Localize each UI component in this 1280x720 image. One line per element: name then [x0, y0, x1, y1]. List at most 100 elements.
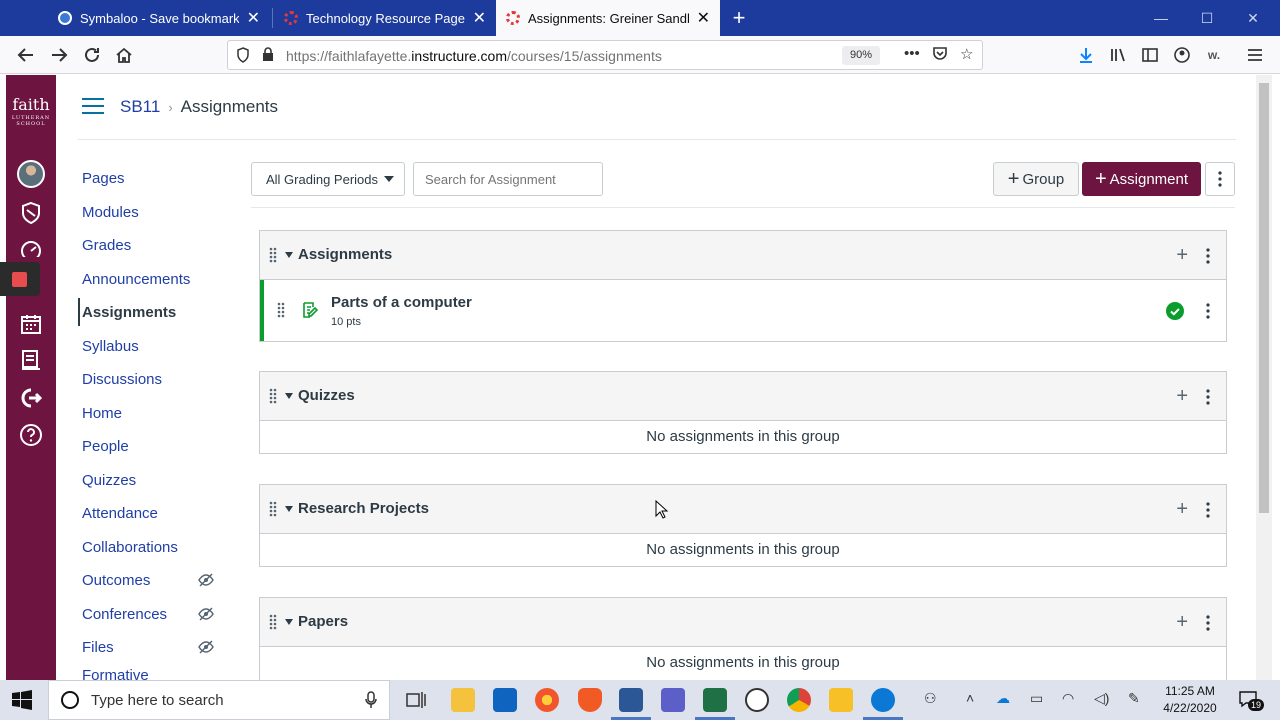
course-nav-grades[interactable]: Grades: [78, 231, 228, 259]
browser-tab-assignments[interactable]: Assignments: Greiner Sandbox ✕: [496, 0, 720, 36]
course-nav-outcomes[interactable]: Outcomes: [78, 566, 228, 594]
maximize-icon[interactable]: ☐: [1184, 0, 1230, 36]
course-nav-collaborations[interactable]: Collaborations: [78, 533, 228, 561]
onedrive-icon[interactable]: ☁: [996, 690, 1010, 707]
commons-nav[interactable]: [6, 381, 56, 415]
add-assignment-to-group-icon[interactable]: +: [1176, 245, 1188, 265]
back-arrow-icon[interactable]: [12, 41, 40, 69]
settings-menu-button[interactable]: [1205, 162, 1235, 196]
lock-icon[interactable]: [262, 47, 274, 65]
taskbar-search-box[interactable]: Type here to search: [48, 680, 390, 720]
search-assignment-input[interactable]: [413, 162, 603, 196]
close-icon[interactable]: ✕: [473, 8, 486, 28]
collapse-caret-icon[interactable]: [285, 506, 293, 512]
dashboard-nav[interactable]: [6, 237, 56, 257]
add-group-button[interactable]: + Group: [993, 162, 1079, 196]
kebab-icon[interactable]: [1206, 248, 1210, 264]
word-icon[interactable]: [611, 688, 651, 720]
outlook-icon[interactable]: [493, 688, 517, 712]
group-header[interactable]: Papers +: [260, 598, 1226, 647]
download-icon[interactable]: [1072, 41, 1100, 69]
course-nav-files[interactable]: Files: [78, 633, 228, 661]
scrollbar-thumb[interactable]: [1259, 83, 1269, 513]
help-nav[interactable]: [6, 418, 56, 452]
volume-icon[interactable]: ◁): [1094, 690, 1109, 707]
course-nav-discussions[interactable]: Discussions: [78, 365, 228, 393]
course-nav-modules[interactable]: Modules: [78, 198, 228, 226]
admin-nav[interactable]: [6, 196, 56, 230]
course-nav-syllabus[interactable]: Syllabus: [78, 332, 228, 360]
course-nav-assignments[interactable]: Assignments: [78, 298, 228, 326]
more-actions-icon[interactable]: •••: [904, 45, 920, 62]
chrome-icon[interactable]: [787, 688, 811, 712]
zoom-level[interactable]: 90%: [842, 46, 880, 65]
add-assignment-to-group-icon[interactable]: +: [1176, 499, 1188, 519]
add-assignment-button[interactable]: + Assignment: [1082, 162, 1201, 196]
grading-period-select[interactable]: All Grading Periods: [251, 162, 405, 196]
add-assignment-to-group-icon[interactable]: +: [1176, 386, 1188, 406]
group-header[interactable]: Quizzes +: [260, 372, 1226, 421]
group-header[interactable]: Research Projects +: [260, 485, 1226, 534]
menu-icon[interactable]: [1241, 41, 1269, 69]
kebab-icon[interactable]: [1206, 502, 1210, 518]
chevron-up-icon[interactable]: ˄: [966, 690, 974, 706]
pen-icon[interactable]: ✎: [1128, 690, 1140, 707]
collapse-caret-icon[interactable]: [285, 393, 293, 399]
page-scrollbar[interactable]: [1256, 75, 1272, 680]
task-view-icon[interactable]: [404, 688, 428, 712]
pocket-icon[interactable]: [932, 45, 948, 65]
app-icon[interactable]: [745, 688, 769, 712]
breadcrumb-course-link[interactable]: SB11: [120, 97, 160, 117]
collapse-caret-icon[interactable]: [285, 619, 293, 625]
edge-icon[interactable]: [863, 688, 903, 720]
window-close-icon[interactable]: ✕: [1230, 0, 1276, 36]
collapse-caret-icon[interactable]: [285, 252, 293, 258]
inbox-nav[interactable]: [6, 343, 56, 377]
drag-handle-icon[interactable]: [269, 501, 277, 517]
group-header[interactable]: Assignments +: [260, 231, 1226, 280]
windows-start-icon[interactable]: [12, 690, 32, 710]
forward-arrow-icon[interactable]: [45, 41, 73, 69]
record-button[interactable]: [0, 262, 40, 296]
account-icon[interactable]: [1168, 41, 1196, 69]
published-check-icon[interactable]: [1166, 302, 1184, 320]
system-clock[interactable]: 11:25 AM 4/22/2020: [1158, 683, 1222, 717]
extension-icon[interactable]: w.: [1200, 41, 1228, 69]
brave-icon[interactable]: [578, 688, 602, 712]
course-nav-quizzes[interactable]: Quizzes: [78, 466, 228, 494]
wifi-icon[interactable]: ◠: [1062, 690, 1074, 707]
assignment-title-link[interactable]: Parts of a computer: [331, 294, 472, 311]
microphone-icon[interactable]: [365, 691, 377, 712]
course-nav-people[interactable]: People: [78, 432, 228, 460]
browser-tab-technology[interactable]: Technology Resource Page for ✕: [274, 0, 496, 36]
close-icon[interactable]: ✕: [247, 8, 260, 28]
shield-icon[interactable]: [236, 47, 250, 66]
drag-handle-icon[interactable]: [269, 614, 277, 630]
minimize-icon[interactable]: —: [1138, 0, 1184, 36]
account-nav[interactable]: [6, 157, 56, 191]
close-icon[interactable]: ✕: [697, 8, 710, 28]
course-nav-pages[interactable]: Pages: [78, 164, 228, 192]
course-nav-announcements[interactable]: Announcements: [78, 265, 228, 293]
add-assignment-to-group-icon[interactable]: +: [1176, 612, 1188, 632]
battery-icon[interactable]: ▭: [1030, 690, 1043, 707]
teams-icon[interactable]: [661, 688, 685, 712]
assignment-row[interactable]: Parts of a computer 10 pts: [260, 280, 1226, 341]
course-nav-conferences[interactable]: Conferences: [78, 600, 228, 628]
course-nav-formative[interactable]: Formative: [78, 667, 228, 680]
firefox-icon[interactable]: [535, 688, 559, 712]
kebab-icon[interactable]: [1206, 615, 1210, 631]
excel-icon[interactable]: [695, 688, 735, 720]
reload-icon[interactable]: [78, 41, 106, 69]
course-nav-home[interactable]: Home: [78, 399, 228, 427]
kebab-icon[interactable]: [1206, 389, 1210, 405]
drag-handle-icon[interactable]: [277, 302, 285, 318]
file-explorer-icon[interactable]: [451, 688, 475, 712]
sidebar-icon[interactable]: [1136, 41, 1164, 69]
bookmark-star-icon[interactable]: ☆: [960, 45, 973, 63]
school-logo[interactable]: faith LUTHERAN SCHOOL: [6, 95, 56, 127]
new-tab-icon[interactable]: +: [728, 4, 750, 32]
drag-handle-icon[interactable]: [269, 388, 277, 404]
kebab-icon[interactable]: [1206, 303, 1210, 319]
calendar-nav[interactable]: [6, 307, 56, 341]
